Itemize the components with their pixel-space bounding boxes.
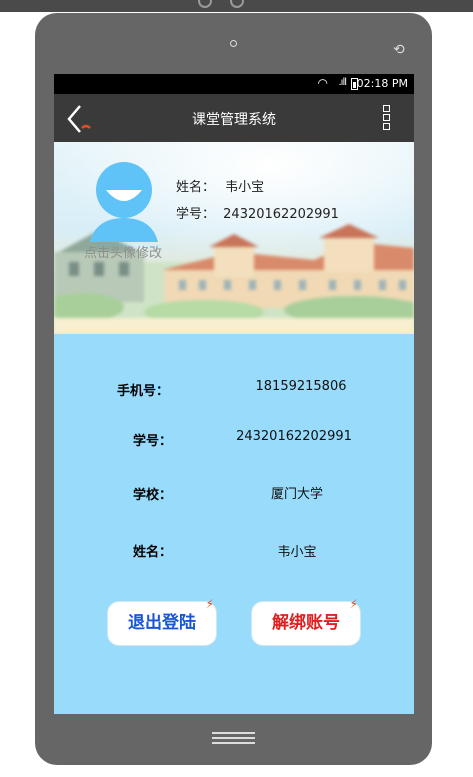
avatar-hint[interactable]: 点击头像修改 bbox=[84, 242, 162, 261]
detail-label: 学校： bbox=[132, 488, 172, 503]
top-toolbar bbox=[0, 0, 473, 12]
student-id-value: 24320162202991 bbox=[223, 207, 339, 222]
student-id-row: 学号： 24320162202991 bbox=[176, 203, 339, 222]
bolt-icon: ⚡ bbox=[349, 597, 358, 611]
detail-value: 厦门大学 bbox=[270, 487, 323, 502]
wifi-icon: ◠ bbox=[317, 76, 328, 90]
profile-header: 点击头像修改 姓名： 韦小宝 学号： 24320162202991 bbox=[54, 142, 414, 334]
home-button[interactable] bbox=[212, 732, 255, 747]
bolt-icon: ⚡ bbox=[205, 597, 214, 611]
avatar[interactable] bbox=[84, 162, 164, 242]
rotate-icon[interactable]: ⟲ bbox=[393, 42, 405, 58]
logout-label: 退出登陆 bbox=[128, 613, 196, 633]
status-bar: ◠ .ıll 02:18 PM bbox=[54, 74, 414, 94]
user-avatar-icon bbox=[90, 162, 158, 242]
detail-value: 韦小宝 bbox=[277, 545, 317, 560]
name-label: 姓名： bbox=[176, 180, 216, 195]
detail-value: 24320162202991 bbox=[236, 429, 352, 444]
unbind-label: 解绑账号 bbox=[272, 613, 340, 633]
more-menu-icon[interactable] bbox=[383, 105, 390, 132]
play-icon[interactable] bbox=[198, 0, 212, 8]
detail-value: 18159215806 bbox=[255, 379, 347, 394]
status-time: 02:18 PM bbox=[356, 77, 408, 90]
camera-dot bbox=[230, 40, 237, 47]
nav-bar: 课堂管理系统 bbox=[54, 94, 414, 142]
detail-label: 手机号： bbox=[116, 384, 169, 399]
detail-label: 学号： bbox=[132, 434, 172, 449]
settings-icon[interactable] bbox=[230, 0, 244, 8]
detail-label: 姓名： bbox=[132, 545, 172, 560]
name-row: 姓名： 韦小宝 bbox=[176, 176, 264, 195]
student-id-label: 学号： bbox=[176, 207, 216, 222]
name-value: 韦小宝 bbox=[225, 180, 265, 195]
logout-button[interactable]: 退出登陆 ⚡ bbox=[107, 597, 217, 646]
phone-screen: ◠ .ıll 02:18 PM 课堂管理系统 点击头像修改 姓名： 韦小宝 学号… bbox=[54, 74, 414, 714]
unbind-button[interactable]: 解绑账号 ⚡ bbox=[251, 597, 361, 646]
page-title: 课堂管理系统 bbox=[192, 112, 276, 128]
signal-icon: .ıll bbox=[338, 77, 346, 88]
